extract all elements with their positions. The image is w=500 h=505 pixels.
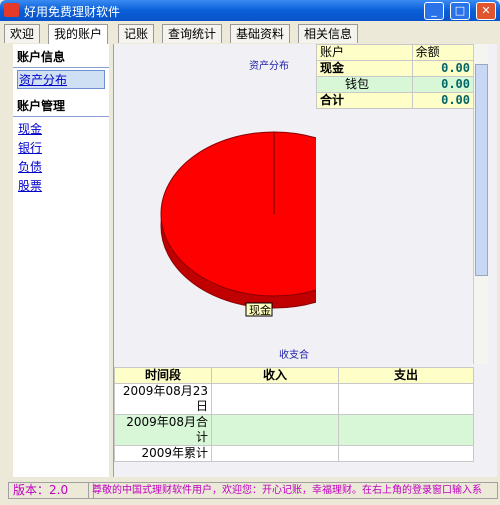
column-header-balance: 余额	[411, 44, 475, 61]
account-balance: 0.00	[411, 60, 475, 77]
income-cell	[211, 383, 339, 415]
tab-welcome[interactable]: 欢迎	[4, 24, 41, 43]
sidebar-item-debt[interactable]: 负债	[13, 157, 109, 176]
chart-title: 资产分布	[249, 61, 289, 72]
app-window: 好用免费理财软件 _ □ ✕ 欢迎 我的账户 记账 查询统计 基础资料 相关信息…	[0, 0, 500, 505]
vertical-scrollbar[interactable]	[473, 44, 488, 364]
income-cell	[211, 414, 339, 446]
table-row[interactable]: 2009年08月23日	[114, 383, 474, 415]
expense-cell	[338, 414, 474, 446]
tab-bookkeeping[interactable]: 记账	[118, 24, 155, 43]
table-row[interactable]: 2009年累计	[114, 445, 474, 462]
tab-my-accounts[interactable]: 我的账户	[48, 24, 109, 44]
chart-area: 资产分布 现金 收支合计	[114, 44, 316, 364]
sidebar: 账户信息 资产分布 账户管理 现金 银行 负债 股票	[13, 44, 109, 477]
expense-cell	[338, 445, 474, 462]
table-row[interactable]: 现金 0.00	[316, 60, 475, 77]
sidebar-item-stock[interactable]: 股票	[13, 176, 109, 195]
tab-query[interactable]: 查询统计	[162, 24, 223, 43]
period-cell: 2009年08月合计	[114, 414, 212, 446]
account-balance-table: 账户 余额 现金 0.00 钱包 0.00 合计 0.00	[316, 44, 475, 109]
title-bar: 好用免费理财软件 _ □ ✕	[0, 0, 500, 21]
tab-basic-data[interactable]: 基础资料	[230, 24, 291, 43]
account-balance: 0.00	[411, 92, 475, 109]
app-icon	[4, 3, 19, 17]
version-label: 版本：2.0	[8, 482, 94, 499]
account-balance: 0.00	[411, 76, 475, 93]
table-row[interactable]: 钱包 0.00	[316, 76, 475, 93]
column-header-account: 账户	[316, 44, 413, 61]
table-row[interactable]: 合计 0.00	[316, 92, 475, 109]
status-bar: 版本：2.0 尊敬的中国式理财软件用户，欢迎您：开心记账，幸福理财。在右上角的登…	[4, 481, 498, 499]
status-message: 尊敬的中国式理财软件用户，欢迎您：开心记账，幸福理财。在右上角的登录窗口输入系	[88, 482, 498, 499]
account-name: 钱包	[316, 76, 413, 93]
account-name: 合计	[316, 92, 413, 109]
window-title: 好用免费理财软件	[24, 5, 121, 19]
sidebar-item-cash[interactable]: 现金	[13, 119, 109, 138]
maximize-button[interactable]: □	[450, 2, 470, 20]
sidebar-item-bank[interactable]: 银行	[13, 138, 109, 157]
svg-text:现金: 现金	[249, 303, 271, 317]
tab-bar: 欢迎 我的账户 记账 查询统计 基础资料 相关信息	[4, 24, 494, 44]
sidebar-section-account-info: 账户信息	[13, 44, 109, 68]
tab-related-info[interactable]: 相关信息	[298, 24, 359, 43]
pie-chart: 现金	[160, 131, 316, 317]
column-header-expense: 支出	[338, 367, 474, 384]
minimize-button[interactable]: _	[424, 2, 444, 20]
scrollbar-thumb[interactable]	[475, 64, 488, 276]
table-row[interactable]: 2009年08月合计	[114, 414, 474, 446]
period-cell: 2009年累计	[114, 445, 212, 462]
expense-cell	[338, 383, 474, 415]
close-button[interactable]: ✕	[476, 2, 496, 20]
sidebar-item-asset-distribution[interactable]: 资产分布	[17, 70, 105, 89]
chart-footer: 收支合计	[279, 350, 309, 361]
sidebar-section-account-management: 账户管理	[13, 93, 109, 117]
column-header-income: 收入	[211, 367, 339, 384]
period-cell: 2009年08月23日	[114, 383, 212, 415]
main-panel: 资产分布 现金 收支合计 账户 余额 现金 0.00 钱包 0.00 合计 0.…	[113, 44, 497, 477]
pie-slice-label: 现金	[245, 302, 273, 317]
column-header-period: 时间段	[114, 367, 212, 384]
account-name: 现金	[316, 60, 413, 77]
period-summary-table: 时间段 收入 支出 2009年08月23日 2009年08月合计 2009年累计	[114, 367, 474, 462]
income-cell	[211, 445, 339, 462]
